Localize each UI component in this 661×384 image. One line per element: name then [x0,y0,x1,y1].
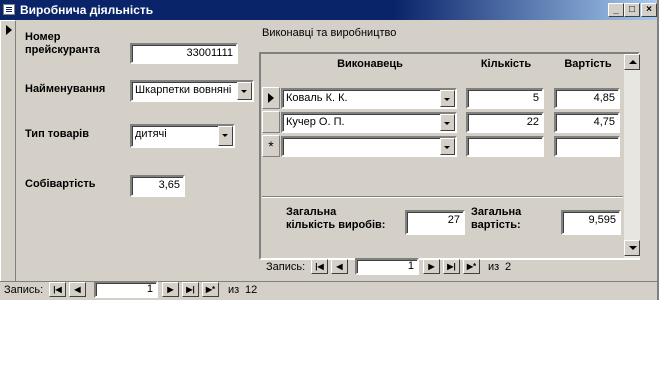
subform-prev-record-button[interactable]: ◀ [331,259,348,274]
name-dropdown-icon[interactable] [237,82,252,100]
quantity-field[interactable]: 22 [466,112,544,133]
performer-dropdown-icon[interactable] [440,90,455,107]
name-label: Найменування [25,83,106,95]
performer-dropdown-icon[interactable] [440,114,455,131]
total-cost-field[interactable]: 9,595 [561,210,621,235]
next-record-button[interactable]: ▶ [162,282,179,297]
new-performer-dropdown-icon[interactable] [440,138,455,155]
total-quantity-label-line2: кількість виробів: [286,219,386,231]
total-cost-label-line2: вартість: [471,219,521,231]
row-cost-field[interactable]: 4,85 [554,88,620,109]
subform-last-record-button[interactable]: ▶| [443,259,460,274]
form-icon[interactable] [3,4,15,15]
row-selector[interactable] [262,111,280,133]
type-combo[interactable]: дитячі [130,124,235,148]
record-number-field[interactable]: 1 [94,281,158,298]
name-combo-value: Шкарпетки вовняні [135,84,232,96]
subform-new-record-button[interactable]: ▶* [463,259,480,274]
main-nav-label: Запись: [4,284,44,296]
total-quantity-field[interactable]: 27 [405,210,465,235]
window-title: Виробнича діяльність [20,3,154,17]
performer-value: Кучер О. П. [286,116,345,128]
subform-first-record-button[interactable]: |◀ [311,259,328,274]
row-cost-field[interactable]: 4,75 [554,112,620,133]
close-button[interactable]: × [641,3,657,17]
name-combo[interactable]: Шкарпетки вовняні [130,80,254,102]
price-number-label-line1: Номер [25,31,61,43]
column-header-performer: Виконавець [337,58,403,70]
row-selector[interactable] [262,87,280,109]
maximize-button[interactable]: □ [624,3,640,17]
record-selector[interactable] [0,20,16,282]
first-record-button[interactable]: |◀ [49,282,66,297]
performer-value: Коваль К. К. [286,92,348,104]
subform-nav-total: 2 [505,261,512,273]
performer-combo[interactable]: Кучер О. П. [281,112,457,133]
type-combo-value: дитячі [135,128,167,140]
subform-next-record-button[interactable]: ▶ [423,259,440,274]
subform-scrollbar[interactable] [624,54,640,258]
type-dropdown-icon[interactable] [218,126,233,146]
scroll-down-button[interactable] [624,240,640,256]
main-nav-total: 12 [245,284,258,296]
footer-divider [262,196,623,197]
performer-combo[interactable]: Коваль К. К. [281,88,457,109]
total-quantity-label: Загальна кількість виробів: [286,206,385,232]
current-row-icon [268,93,274,103]
main-nav-of: из [228,284,240,296]
new-cost-field[interactable] [554,136,620,157]
price-number-label: Номер прейскуранта [25,31,100,57]
new-quantity-field[interactable] [466,136,544,157]
scroll-down-icon [629,246,637,250]
prev-record-button[interactable]: ◀ [69,282,86,297]
new-performer-combo[interactable] [281,136,457,157]
subform-nav-of: из [488,261,500,273]
cost-field[interactable]: 3,65 [130,175,185,197]
quantity-field[interactable]: 5 [466,88,544,109]
column-header-quantity: Кількість [480,58,532,70]
total-cost-label: Загальна вартість: [471,206,521,232]
minimize-button[interactable]: _ [608,3,624,17]
new-record-button[interactable]: ▶* [202,282,219,297]
price-number-field[interactable]: 33001111 [130,43,238,64]
current-record-icon [6,25,12,35]
subform-title: Виконавці та виробництво [262,27,397,39]
scroll-up-button[interactable] [624,54,640,70]
last-record-button[interactable]: ▶| [182,282,199,297]
new-row-selector[interactable]: * [262,135,280,157]
column-header-cost: Вартість [564,58,612,70]
cost-label: Собівартість [25,178,96,190]
subform-record-number[interactable]: 1 [355,258,419,275]
total-cost-label-line1: Загальна [471,206,522,218]
scroll-up-icon [629,60,637,64]
price-number-label-line2: прейскуранта [25,44,100,56]
total-quantity-label-line1: Загальна [286,206,337,218]
type-label: Тип товарів [25,128,89,140]
subform-nav-label: Запись: [266,261,306,273]
